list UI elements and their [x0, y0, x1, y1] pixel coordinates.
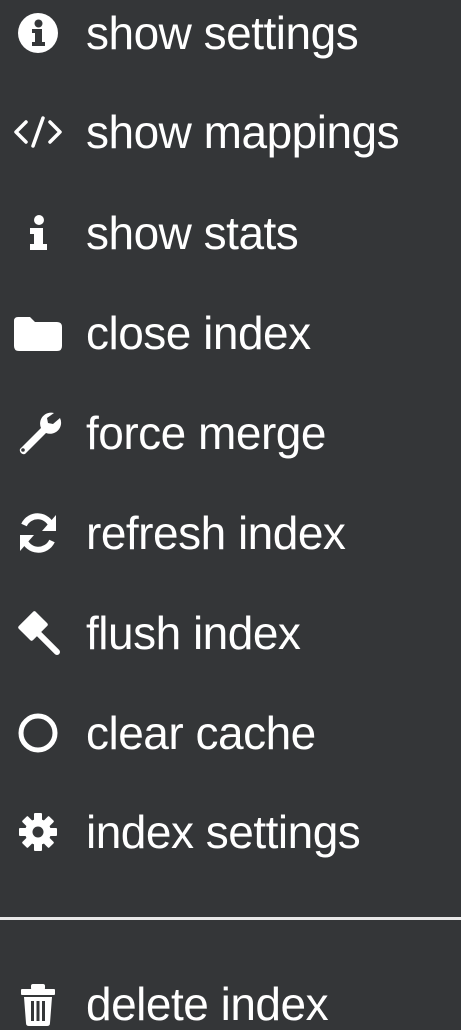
menu-item-show-stats[interactable]: show stats	[0, 183, 461, 283]
menu-item-label: refresh index	[86, 507, 346, 559]
folder-icon	[10, 283, 66, 383]
menu-item-force-merge[interactable]: force merge	[0, 383, 461, 483]
menu-item-label: show mappings	[86, 106, 400, 158]
menu-item-label: force merge	[86, 407, 326, 459]
menu-item-show-mappings[interactable]: show mappings	[0, 82, 461, 182]
menu-item-show-settings[interactable]: show settings	[0, 0, 461, 83]
menu-item-delete-index[interactable]: delete index	[0, 954, 461, 1030]
refresh-icon	[10, 483, 66, 583]
menu-item-label: show settings	[86, 7, 359, 59]
menu-item-refresh-index[interactable]: refresh index	[0, 483, 461, 583]
menu-item-label: show stats	[86, 207, 299, 259]
index-actions-menu: show settings show mappings show stats c…	[0, 0, 461, 1030]
menu-item-label: close index	[86, 307, 311, 359]
menu-item-flush-index[interactable]: flush index	[0, 583, 461, 683]
menu-divider	[0, 917, 461, 920]
circle-outline-icon	[10, 683, 66, 783]
menu-item-clear-cache[interactable]: clear cache	[0, 683, 461, 783]
menu-item-close-index[interactable]: close index	[0, 283, 461, 383]
code-icon	[10, 82, 66, 182]
menu-item-label: flush index	[86, 607, 301, 659]
menu-item-label: delete index	[86, 978, 329, 1030]
info-circle-icon	[10, 0, 66, 83]
info-icon	[10, 183, 66, 283]
gavel-icon	[10, 583, 66, 683]
gear-icon	[10, 782, 66, 882]
menu-item-label: index settings	[86, 806, 361, 858]
menu-item-label: clear cache	[86, 707, 316, 759]
menu-item-index-settings[interactable]: index settings	[0, 782, 461, 882]
trash-icon	[10, 954, 66, 1030]
wrench-icon	[10, 383, 66, 483]
